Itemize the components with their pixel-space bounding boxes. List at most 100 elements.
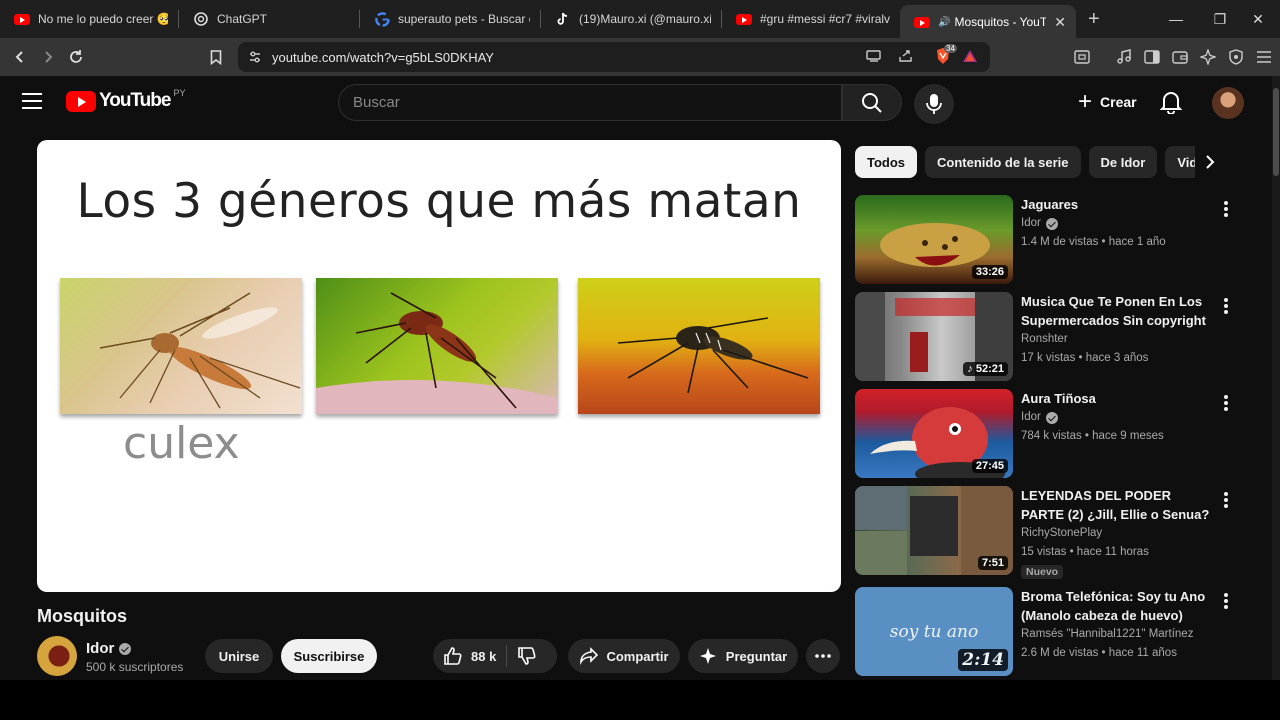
- more-vertical-icon[interactable]: [1220, 296, 1232, 316]
- recommendation-item[interactable]: 27:45 Aura Tiñosa Idor 784 k vistas • ha…: [855, 389, 1228, 481]
- video-duration: 7:51: [977, 556, 1008, 570]
- brave-rewards-icon[interactable]: [962, 49, 978, 66]
- speaker-icon[interactable]: 🔊: [938, 17, 950, 28]
- new-tab-button[interactable]: +: [1088, 8, 1100, 31]
- scrollbar-thumb[interactable]: [1273, 88, 1279, 176]
- recommendation-channel[interactable]: RichyStonePlay: [1021, 524, 1211, 543]
- more-vertical-icon[interactable]: [1220, 393, 1232, 413]
- site-settings-icon[interactable]: [248, 50, 262, 67]
- forward-icon[interactable]: [34, 43, 62, 71]
- new-badge: Nuevo: [1021, 565, 1064, 579]
- video-thumbnail[interactable]: 33:26: [855, 195, 1013, 284]
- search-input[interactable]: Buscar: [338, 84, 842, 121]
- join-button[interactable]: Unirse: [205, 639, 273, 673]
- share-page-icon[interactable]: [898, 49, 914, 66]
- channel-name[interactable]: Idor: [86, 640, 132, 657]
- recommendation-item[interactable]: 33:26 Jaguares Idor 1.4 M de vistas • ha…: [855, 195, 1228, 287]
- wallet-icon[interactable]: [1166, 43, 1194, 71]
- duration-text: 52:21: [975, 363, 1004, 375]
- recommendation-item[interactable]: soy tu ano 2:14 Broma Telefónica: Soy tu…: [855, 587, 1228, 679]
- reload-icon[interactable]: [62, 43, 90, 71]
- share-label: Compartir: [606, 648, 669, 664]
- browser-tab-active[interactable]: 🔊 Mosquitos - YouTu ✕: [900, 4, 1076, 40]
- recommendation-stats: 2.6 M de vistas • hace 11 años: [1021, 647, 1177, 659]
- tab-title: No me lo puedo creer 🥺👍: [38, 12, 168, 26]
- browser-tab[interactable]: superauto pets - Buscar co: [360, 0, 540, 38]
- country-code: PY: [173, 88, 186, 98]
- related-filter-chips: Todos Contenido de la serie De Idor Vide: [855, 146, 1195, 178]
- sidebar-toggle-icon[interactable]: [1138, 43, 1166, 71]
- menu-icon[interactable]: [1250, 43, 1278, 71]
- recommendation-item[interactable]: ♪ 52:21 Musica Que Te Ponen En Los Super…: [855, 292, 1228, 384]
- address-bar[interactable]: youtube.com/watch?v=g5bLS0DKHAY 34: [238, 42, 990, 72]
- recommendation-channel[interactable]: Idor: [1021, 408, 1211, 427]
- cast-icon[interactable]: [866, 49, 882, 66]
- like-button[interactable]: 88 k: [433, 639, 506, 673]
- recommendation-info: Jaguares Idor 1.4 M de vistas • hace 1 a…: [1021, 195, 1211, 252]
- recommendation-item[interactable]: 7:51 LEYENDAS DEL PODER PARTE (2) ¿Jill,…: [855, 486, 1228, 579]
- more-actions-button[interactable]: [806, 639, 840, 673]
- recommendation-title[interactable]: LEYENDAS DEL PODER PARTE (2) ¿Jill, Elli…: [1021, 486, 1211, 524]
- recommendation-stats: 784 k vistas • hace 9 meses: [1021, 430, 1164, 442]
- video-thumbnail[interactable]: 7:51: [855, 486, 1013, 575]
- window-close-icon[interactable]: ✕: [1236, 0, 1280, 38]
- close-icon[interactable]: ✕: [1054, 14, 1066, 31]
- video-thumbnail[interactable]: ♪ 52:21: [855, 292, 1013, 381]
- back-icon[interactable]: [6, 43, 34, 71]
- more-vertical-icon[interactable]: [1220, 591, 1232, 611]
- recommendation-stats: 1.4 M de vistas • hace 1 año: [1021, 236, 1166, 248]
- recommendation-channel[interactable]: Ramsés "Hannibal1221" Martínez: [1021, 625, 1211, 644]
- chip-all[interactable]: Todos: [855, 146, 918, 178]
- share-button[interactable]: Compartir: [568, 639, 680, 673]
- browser-tab[interactable]: #gru #messi #cr7 #viralvid: [722, 0, 900, 38]
- minimize-icon[interactable]: —: [1154, 0, 1198, 38]
- account-avatar[interactable]: [1212, 87, 1244, 119]
- recommendation-channel[interactable]: Ronshter: [1021, 330, 1211, 349]
- mosquito-photo-anopheles: [316, 278, 558, 414]
- chevron-right-icon[interactable]: [1198, 150, 1222, 174]
- recommendation-title[interactable]: Musica Que Te Ponen En Los Supermercados…: [1021, 292, 1211, 330]
- page-scrollbar[interactable]: [1272, 76, 1280, 680]
- thumbs-up-icon: [444, 647, 462, 665]
- video-thumbnail[interactable]: soy tu ano 2:14: [855, 587, 1013, 676]
- guide-menu-icon[interactable]: [22, 93, 42, 109]
- dislike-button[interactable]: [507, 639, 547, 673]
- youtube-logo[interactable]: YouTube PY: [66, 88, 186, 112]
- channel-name-text: Idor: [86, 640, 115, 657]
- tab-title: superauto pets - Buscar co: [398, 12, 530, 26]
- recommendation-title[interactable]: Broma Telefónica: Soy tu Ano (Manolo cab…: [1021, 587, 1211, 625]
- mosquito-photo-aedes: [578, 278, 820, 414]
- more-vertical-icon[interactable]: [1220, 199, 1232, 219]
- recommendation-title[interactable]: Aura Tiñosa: [1021, 389, 1211, 408]
- channel-avatar[interactable]: [37, 636, 77, 676]
- chip-from-channel[interactable]: De Idor: [1088, 146, 1158, 178]
- chip-videos[interactable]: Vide: [1165, 146, 1195, 178]
- brave-shield-icon[interactable]: 34: [934, 44, 957, 68]
- sparkle-icon: [699, 648, 716, 664]
- reader-mode-icon[interactable]: [1068, 43, 1096, 71]
- bookmark-icon[interactable]: [202, 43, 230, 71]
- ask-button[interactable]: Preguntar: [688, 639, 798, 673]
- create-button[interactable]: + Crear: [1064, 84, 1151, 120]
- recommendation-channel[interactable]: Idor: [1021, 214, 1211, 233]
- media-control-icon[interactable]: [1110, 43, 1138, 71]
- chip-series[interactable]: Contenido de la serie: [925, 146, 1081, 178]
- vpn-shield-icon[interactable]: [1222, 43, 1250, 71]
- browser-tab-strip: No me lo puedo creer 🥺👍 ChatGPT superaut…: [0, 0, 1280, 40]
- notifications-icon[interactable]: [1159, 90, 1186, 116]
- browser-tab[interactable]: ChatGPT: [179, 0, 359, 38]
- more-vertical-icon[interactable]: [1220, 490, 1232, 510]
- browser-tab[interactable]: No me lo puedo creer 🥺👍: [0, 0, 178, 38]
- url-text: youtube.com/watch?v=g5bLS0DKHAY: [272, 49, 494, 65]
- voice-search-button[interactable]: [914, 84, 954, 124]
- video-thumbnail[interactable]: 27:45: [855, 389, 1013, 478]
- leo-ai-icon[interactable]: [1194, 43, 1222, 71]
- google-icon: [374, 11, 390, 27]
- recommendation-info: Broma Telefónica: Soy tu Ano (Manolo cab…: [1021, 587, 1211, 663]
- verified-icon: [119, 642, 132, 655]
- video-player[interactable]: Los 3 géneros que más matan culex: [37, 140, 841, 592]
- browser-tab[interactable]: (19)Mauro.xi (@mauro.xi) |: [541, 0, 721, 38]
- search-button[interactable]: [842, 84, 902, 121]
- subscribe-button[interactable]: Suscribirse: [281, 639, 377, 673]
- recommendation-title[interactable]: Jaguares: [1021, 195, 1211, 214]
